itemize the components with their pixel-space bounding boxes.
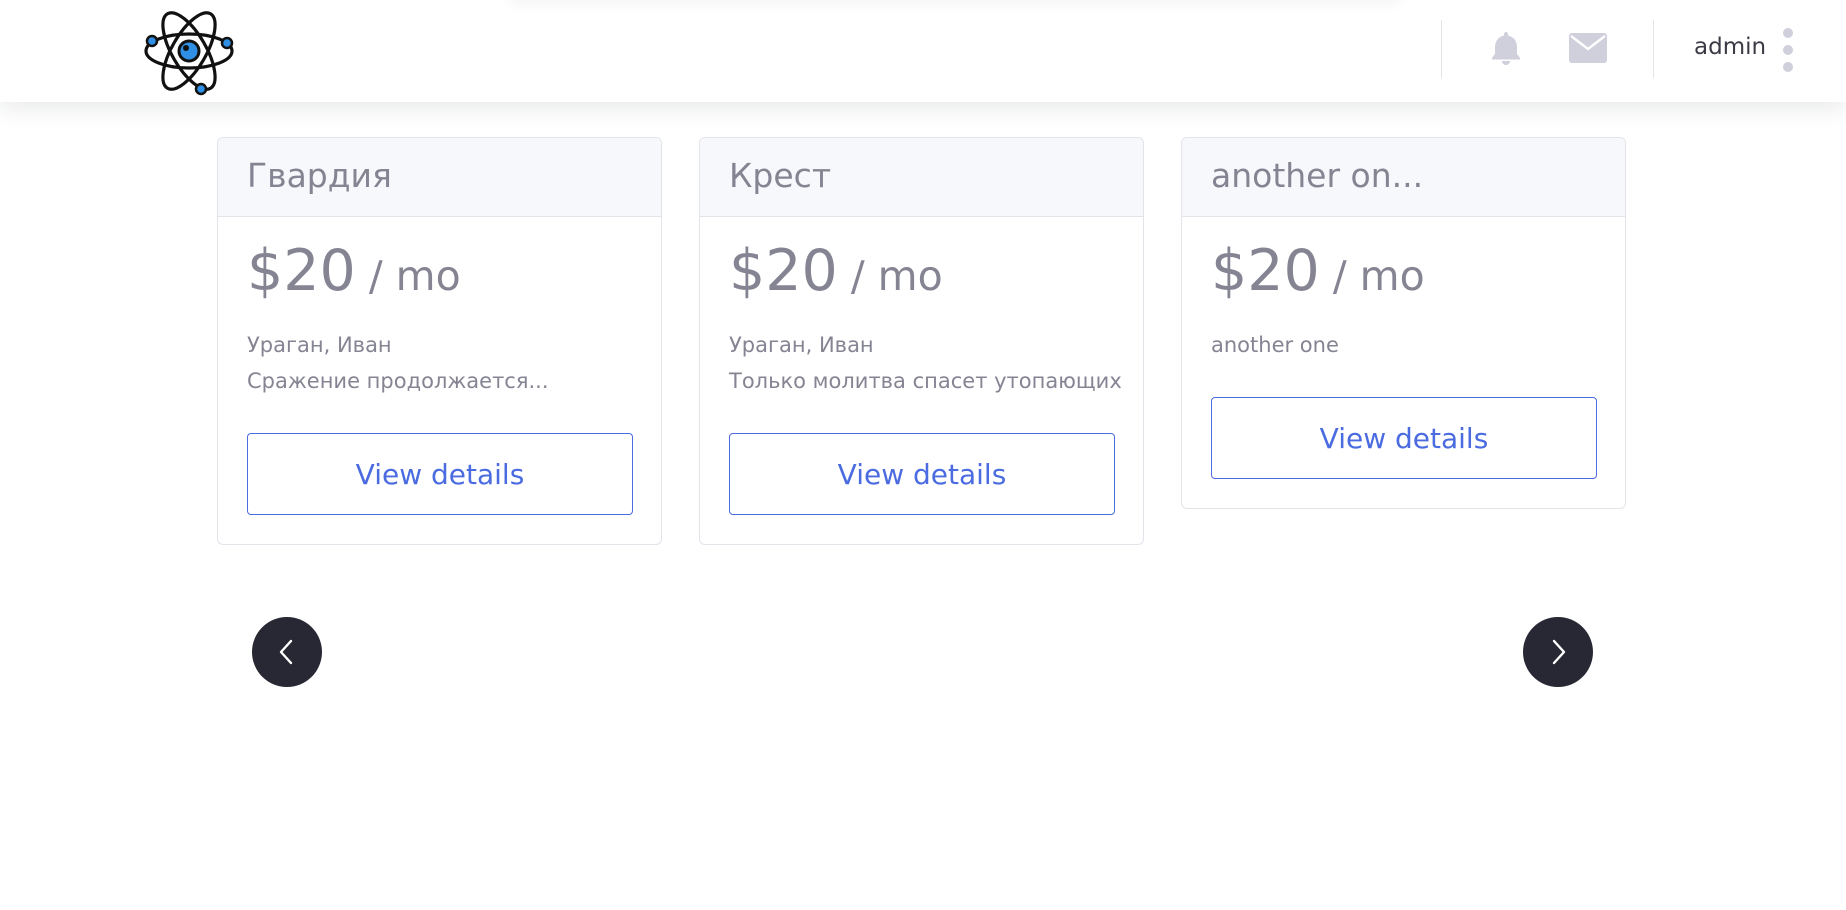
price-amount: $20 (729, 238, 838, 304)
card-body: $20 / mo Ураган, Иван Сражение продолжае… (218, 217, 661, 544)
pricing-card: Гвардия $20 / mo Ураган, Иван Сражение п… (217, 137, 662, 545)
description-line: Ураган, Иван (729, 333, 874, 357)
price-amount: $20 (247, 238, 356, 304)
card-description: Ураган, Иван Сражение продолжается... (247, 327, 632, 399)
card-price: $20 / mo (247, 243, 632, 307)
price-unit: / mo (355, 252, 461, 300)
carousel-next-button[interactable] (1523, 617, 1593, 687)
chevron-right-icon (1552, 639, 1566, 665)
atom-icon[interactable] (143, 4, 235, 98)
card-price: $20 / mo (1211, 243, 1596, 307)
navbar-divider (1441, 20, 1442, 78)
username-label[interactable]: admin (1694, 34, 1766, 60)
card-price: $20 / mo (729, 243, 1114, 307)
price-unit: / mo (1319, 252, 1425, 300)
card-description: Ураган, Иван Только молитва спасет утопа… (729, 327, 1122, 399)
pricing-card: another on... $20 / mo another one View … (1181, 137, 1626, 509)
card-body: $20 / mo another one View details (1182, 217, 1625, 508)
description-line: Сражение продолжается... (247, 369, 549, 393)
top-navbar: admin (0, 0, 1846, 102)
navbar-divider (1653, 20, 1654, 78)
description-line: Ураган, Иван (247, 333, 392, 357)
card-title: another on... (1182, 138, 1625, 217)
kebab-menu-icon[interactable] (1780, 28, 1796, 72)
card-body: $20 / mo Ураган, Иван Только молитва спа… (700, 217, 1143, 544)
bell-icon[interactable] (1486, 28, 1526, 68)
chevron-left-icon (279, 639, 293, 665)
envelope-icon[interactable] (1568, 28, 1608, 68)
price-amount: $20 (1211, 238, 1320, 304)
price-unit: / mo (837, 252, 943, 300)
view-details-button[interactable]: View details (729, 433, 1115, 515)
card-title: Крест (700, 138, 1143, 217)
description-line: Только молитва спасет утопающих (729, 369, 1122, 393)
view-details-button[interactable]: View details (247, 433, 633, 515)
card-title: Гвардия (218, 138, 661, 217)
card-description: another one (1211, 327, 1596, 363)
pricing-card: Крест $20 / mo Ураган, Иван Только молит… (699, 137, 1144, 545)
description-line: another one (1211, 333, 1339, 357)
carousel-prev-button[interactable] (252, 617, 322, 687)
view-details-button[interactable]: View details (1211, 397, 1597, 479)
